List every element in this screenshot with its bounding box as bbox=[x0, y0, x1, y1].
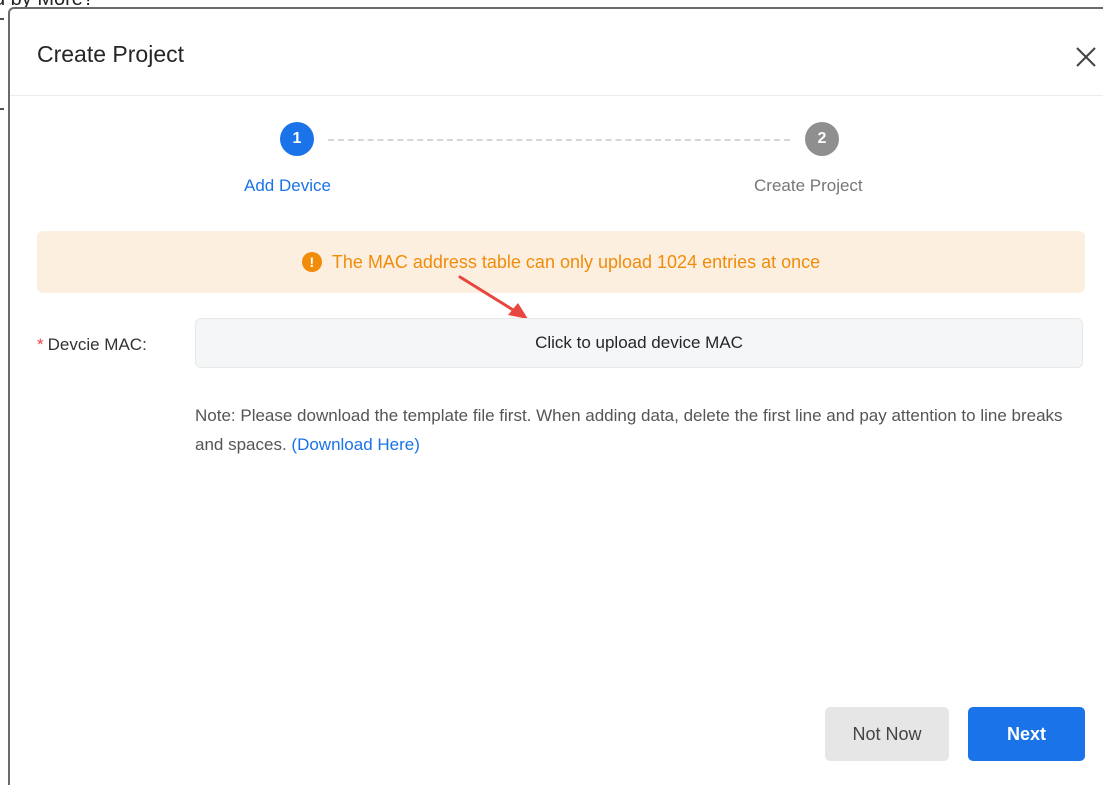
not-now-button[interactable]: Not Now bbox=[825, 707, 949, 761]
exclamation-circle-icon: ! bbox=[301, 252, 322, 272]
device-mac-label: * Devcie MAC: bbox=[37, 335, 147, 355]
next-button[interactable]: Next bbox=[968, 707, 1085, 761]
step-connector bbox=[328, 139, 790, 141]
step-1-indicator: 1 bbox=[280, 122, 314, 156]
dialog-title: Create Project bbox=[37, 41, 185, 67]
warning-alert: ! The MAC address table can only upload … bbox=[37, 231, 1085, 293]
close-button[interactable] bbox=[1072, 43, 1100, 71]
template-note: Note: Please download the template file … bbox=[195, 401, 1095, 459]
required-marker: * bbox=[37, 335, 44, 354]
annotation-arrow bbox=[458, 275, 528, 319]
alert-text: The MAC address table can only upload 10… bbox=[331, 251, 821, 272]
dialog-header: Create Project bbox=[10, 9, 1103, 96]
background-mark bbox=[0, 108, 4, 110]
step-2-indicator: 2 bbox=[805, 122, 839, 156]
create-project-dialog: Create Project 1 2 Add Device Create Pro… bbox=[8, 7, 1103, 785]
device-mac-label-text: Devcie MAC: bbox=[47, 335, 147, 354]
background-mark bbox=[0, 18, 4, 20]
step-1-label: Add Device bbox=[244, 176, 331, 195]
step-2-label: Create Project bbox=[754, 176, 863, 195]
close-icon bbox=[1076, 47, 1096, 67]
download-here-link[interactable]: (Download Here) bbox=[291, 435, 420, 454]
upload-device-mac-button[interactable]: Click to upload device MAC bbox=[195, 318, 1083, 368]
